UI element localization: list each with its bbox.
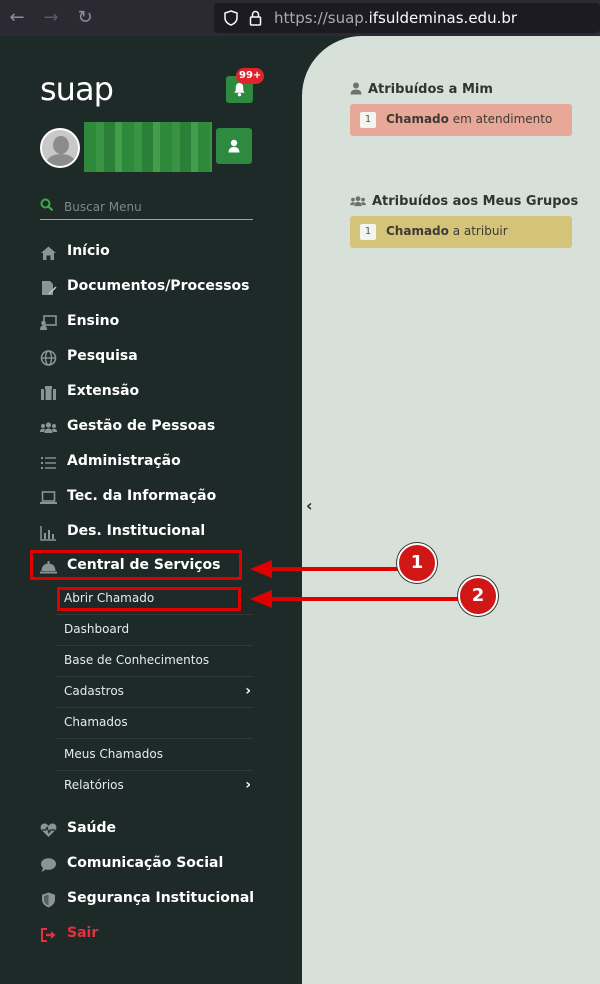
menu-item-extensao[interactable]: Extensão [40,382,250,404]
search-icon [40,198,54,212]
menu-search [40,196,253,220]
globe-icon [40,350,57,366]
menu-item-label: Ensino [67,313,120,329]
list-icon [41,457,56,469]
submenu-item-meus-chamados[interactable]: Meus Chamados [56,740,253,771]
user-icon [350,82,362,95]
ticket-status-text: Chamado a atribuir [386,224,508,238]
submenu-item-label: Cadastros [64,684,124,698]
document-icon [42,281,57,295]
menu-item-saude[interactable]: Saúde [40,819,250,841]
users-icon [350,196,366,207]
ticket-count: 1 [360,112,376,128]
ticket-count: 1 [360,224,376,240]
menu-item-sair[interactable]: Sair [40,924,250,946]
forward-arrow-icon[interactable]: → [40,8,62,28]
submenu-item-base-conhecimentos[interactable]: Base de Conhecimentos [56,646,253,677]
url-text: https://suap.ifsuldeminas.edu.br [274,9,518,27]
user-profile-button[interactable] [216,128,252,164]
back-arrow-icon[interactable]: ← [6,8,28,28]
chevron-right-icon: › [245,777,251,793]
highlight-abrir-chamado [57,587,241,611]
menu-item-label: Pesquisa [67,348,138,364]
menu-item-label: Des. Institucional [67,523,206,539]
menu-item-label: Segurança Institucional [67,890,255,906]
heartbeat-icon [40,823,57,837]
chevron-right-icon: › [245,683,251,699]
ticket-card-to-assign[interactable]: 1 Chamado a atribuir [350,216,572,248]
menu-item-label: Saúde [67,820,117,836]
menu-item-label: Sair [67,925,99,941]
menu-item-label: Gestão de Pessoas [67,418,216,434]
building-icon [41,386,56,400]
suap-logo[interactable]: suap [40,70,114,108]
bell-icon [234,82,245,97]
avatar[interactable] [40,128,80,168]
highlight-central-servicos [30,550,242,580]
address-bar[interactable]: https://suap.ifsuldeminas.edu.br [214,3,600,33]
menu-item-administracao[interactable]: Administração [40,452,250,474]
section-title-assigned-to-me: Atribuídos a Mim [350,82,493,97]
submenu-item-label: Relatórios [64,778,124,792]
submenu-item-chamados[interactable]: Chamados [56,708,253,739]
lock-icon [249,10,262,26]
menu-item-tec-informacao[interactable]: Tec. da Informação [40,487,250,509]
annotation-arrowhead-2 [250,590,272,608]
search-input[interactable] [64,197,249,217]
main-content: Atribuídos a Mim 1 Chamado em atendiment… [302,36,600,984]
home-icon [41,246,56,260]
submenu-item-cadastros[interactable]: Cadastros › [56,677,253,708]
chart-icon [40,526,56,541]
notification-badge: 99+ [236,68,265,84]
annotation-marker-2: 2 [458,576,498,616]
menu-item-label: Administração [67,453,181,469]
user-icon [228,139,240,153]
menu-item-label: Documentos/Processos [67,278,250,294]
menu-item-label: Início [67,243,110,259]
teaching-icon [40,315,57,330]
submenu-item-label: Meus Chamados [64,747,163,761]
comment-icon [41,858,56,872]
ticket-status-text: Chamado em atendimento [386,112,553,126]
section-title-assigned-to-groups: Atribuídos aos Meus Grupos [350,194,578,209]
submenu-item-relatorios[interactable]: Relatórios › [56,771,253,802]
annotation-marker-1: 1 [397,543,437,583]
submenu-item-label: Chamados [64,715,128,729]
annotation-arrow-1 [270,567,398,571]
annotation-arrow-2 [270,597,460,601]
menu-item-inicio[interactable]: Início [40,242,250,264]
shield-icon [224,10,238,26]
menu-item-documentos[interactable]: Documentos/Processos [40,277,250,299]
submenu-item-dashboard[interactable]: Dashboard [56,615,253,646]
reload-icon[interactable]: ↻ [74,8,96,28]
sidebar-collapse-toggle[interactable]: ‹ [306,496,313,515]
menu-item-pesquisa[interactable]: Pesquisa [40,347,250,369]
menu-item-label: Tec. da Informação [67,488,217,504]
menu-item-label: Comunicação Social [67,855,224,871]
annotation-arrowhead-1 [250,560,272,578]
ticket-card-in-progress[interactable]: 1 Chamado em atendimento [350,104,572,136]
menu-item-ensino[interactable]: Ensino [40,312,250,334]
redacted-user-name [84,122,212,172]
menu-item-des-institucional[interactable]: Des. Institucional [40,522,250,544]
sidebar: suap 99+ Início Documentos/Processos Ens… [0,36,300,984]
submenu-item-label: Base de Conhecimentos [64,653,210,667]
menu-item-label: Extensão [67,383,140,399]
menu-item-seguranca-institucional[interactable]: Segurança Institucional [40,889,254,911]
menu-item-comunicacao-social[interactable]: Comunicação Social [40,854,250,876]
menu-item-gestao-pessoas[interactable]: Gestão de Pessoas [40,417,250,439]
sign-out-icon [41,928,56,942]
users-icon [40,422,57,433]
submenu-item-label: Dashboard [64,622,130,636]
browser-toolbar: ← → ↻ https://suap.ifsuldeminas.edu.br [0,0,600,36]
laptop-icon [40,491,57,504]
shield-icon [42,892,55,908]
